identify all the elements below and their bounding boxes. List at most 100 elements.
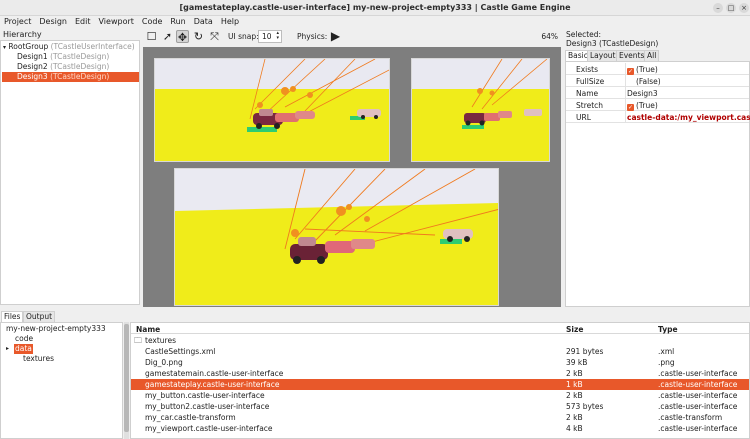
move-tool-icon[interactable]: ✥ xyxy=(176,30,189,44)
scale-tool-icon[interactable]: ⤧ xyxy=(208,30,221,43)
menu-edit[interactable]: Edit xyxy=(71,16,95,28)
file-type: .castle-user-interface xyxy=(658,424,738,433)
tab-all[interactable]: All xyxy=(644,50,660,61)
ui-snap-value: 10 xyxy=(262,32,272,41)
file-name: gamestatemain.castle-user-interface xyxy=(145,369,284,378)
tree-node-data[interactable]: data xyxy=(14,344,33,354)
select-rect-tool-icon[interactable]: ☐ xyxy=(145,30,158,43)
file-type: .castle-user-interface xyxy=(658,380,738,389)
file-size: 2 kB xyxy=(566,369,583,378)
file-tree-scrollbar[interactable] xyxy=(124,322,129,439)
property-value: ✓ (True) xyxy=(627,101,658,111)
file-row[interactable]: my_button.castle-user-interface 2 kB .ca… xyxy=(131,390,749,401)
file-name: my_car.castle-transform xyxy=(145,413,236,422)
file-type: .xml xyxy=(658,347,675,356)
tree-node-textures[interactable]: textures xyxy=(23,354,54,364)
file-list-header: Name Size Type xyxy=(131,323,749,334)
viewport-design3[interactable] xyxy=(174,168,499,306)
property-value-text: Design3 xyxy=(627,89,658,98)
node-name: Design3 xyxy=(17,72,48,81)
ui-snap-input[interactable]: 10 ▴ ▾ xyxy=(258,30,282,43)
property-name: Stretch xyxy=(576,101,604,110)
tree-node-project-root[interactable]: my-new-project-empty333 xyxy=(6,324,106,334)
physics-play-icon[interactable]: ▶ xyxy=(329,30,342,43)
file-name: my_button2.castle-user-interface xyxy=(145,402,270,411)
menu-run[interactable]: Run xyxy=(166,16,189,28)
viewport-design1[interactable] xyxy=(154,58,390,162)
file-row[interactable]: my_viewport.castle-user-interface 4 kB .… xyxy=(131,423,749,434)
rotate-tool-icon[interactable]: ↻ xyxy=(192,30,205,43)
menu-help[interactable]: Help xyxy=(217,16,243,28)
checkbox-checked-icon[interactable]: ✓ xyxy=(627,104,634,111)
file-size: 4 kB xyxy=(566,424,583,433)
tree-node-code[interactable]: code xyxy=(15,334,33,344)
menu-design[interactable]: Design xyxy=(35,16,71,28)
column-name[interactable]: Name xyxy=(136,325,160,334)
node-name: RootGroup xyxy=(8,42,49,51)
design-viewport[interactable] xyxy=(143,47,561,307)
checkbox-checked-icon[interactable]: ✓ xyxy=(627,68,634,75)
hierarchy-node-design2[interactable]: Design2 (TCastleDesign) xyxy=(17,62,109,72)
file-row[interactable]: CastleSettings.xml 291 bytes .xml xyxy=(131,346,749,357)
spin-arrows-icon[interactable]: ▴ ▾ xyxy=(276,31,279,41)
scene-render xyxy=(412,59,549,161)
property-name: Exists xyxy=(576,65,599,74)
property-row-fullsize[interactable]: FullSize (False) xyxy=(566,75,749,87)
file-row[interactable]: my_car.castle-transform 2 kB .castle-tra… xyxy=(131,412,749,423)
close-button[interactable]: × xyxy=(739,3,749,13)
node-class: (TCastleDesign) xyxy=(50,72,110,81)
file-row[interactable]: my_button2.castle-user-interface 573 byt… xyxy=(131,401,749,412)
tab-output[interactable]: Output xyxy=(23,311,56,322)
minimize-button[interactable]: – xyxy=(713,3,723,13)
node-class: (TCastleUserInterface) xyxy=(50,42,135,51)
scene-render xyxy=(155,59,389,161)
file-name: gamestateplay.castle-user-interface xyxy=(145,380,280,389)
file-size: 2 kB xyxy=(566,413,583,422)
column-size[interactable]: Size xyxy=(566,325,583,334)
tab-layout[interactable]: Layout xyxy=(587,50,619,61)
file-row[interactable]: 🗀 textures xyxy=(131,335,749,346)
viewport-design2[interactable] xyxy=(411,58,550,162)
menu-viewport[interactable]: Viewport xyxy=(95,16,138,28)
file-name: Dig_0.png xyxy=(145,358,183,367)
maximize-button[interactable]: □ xyxy=(726,3,736,13)
hierarchy-node-rootgroup[interactable]: ▾ RootGroup (TCastleUserInterface) xyxy=(3,42,135,52)
design-toolbar: ☐ ➚ ✥ ↻ ⤧ UI snap: 10 ▴ ▾ Physics: ▶ 64% xyxy=(142,28,562,46)
property-value-text: (True) xyxy=(636,65,658,74)
property-row-url[interactable]: URL castle-data:/my_viewport.castle xyxy=(566,111,750,123)
file-row[interactable]: Dig_0.png 39 kB .png xyxy=(131,357,749,368)
selected-info: Selected: Design3 (TCastleDesign) xyxy=(566,30,658,48)
file-type: .png xyxy=(658,358,675,367)
hierarchy-label: Hierarchy xyxy=(3,30,42,39)
file-name: textures xyxy=(145,336,176,345)
menu-code[interactable]: Code xyxy=(138,16,166,28)
property-name: URL xyxy=(576,113,591,122)
tab-events[interactable]: Events xyxy=(616,50,648,61)
expand-arrow-icon[interactable]: ▸ xyxy=(6,344,9,354)
node-name: Design2 xyxy=(17,62,48,71)
file-size: 573 bytes xyxy=(566,402,604,411)
selected-label: Selected: xyxy=(566,30,602,39)
pointer-tool-icon[interactable]: ➚ xyxy=(161,30,174,43)
property-row-name[interactable]: Name Design3 xyxy=(566,87,749,99)
expand-arrow-icon[interactable]: ▾ xyxy=(3,44,6,51)
tab-files[interactable]: Files xyxy=(1,311,24,322)
node-class: (TCastleDesign) xyxy=(50,62,110,71)
file-type: .castle-user-interface xyxy=(658,402,738,411)
property-value-text: (True) xyxy=(636,101,658,110)
property-row-exists[interactable]: Exists ✓ (True) xyxy=(566,63,749,75)
column-type[interactable]: Type xyxy=(658,325,678,334)
property-row-stretch[interactable]: Stretch ✓ (True) xyxy=(566,99,749,111)
file-size: 1 kB xyxy=(566,380,583,389)
menu-project[interactable]: Project xyxy=(0,16,35,28)
hierarchy-node-design3[interactable]: Design3 (TCastleDesign) xyxy=(2,72,139,82)
hierarchy-node-design1[interactable]: Design1 (TCastleDesign) xyxy=(17,52,109,62)
property-value-text: (False) xyxy=(636,77,661,86)
property-value: ✓ (True) xyxy=(627,65,658,75)
file-list: Name Size Type 🗀 textures CastleSettings… xyxy=(130,322,750,439)
scrollbar-thumb[interactable] xyxy=(124,324,129,432)
file-row-selected[interactable]: gamestateplay.castle-user-interface 1 kB… xyxy=(131,379,749,390)
window-title: [gamestateplay.castle-user-interface] my… xyxy=(179,3,571,12)
file-row[interactable]: gamestatemain.castle-user-interface 2 kB… xyxy=(131,368,749,379)
menu-data[interactable]: Data xyxy=(190,16,217,28)
